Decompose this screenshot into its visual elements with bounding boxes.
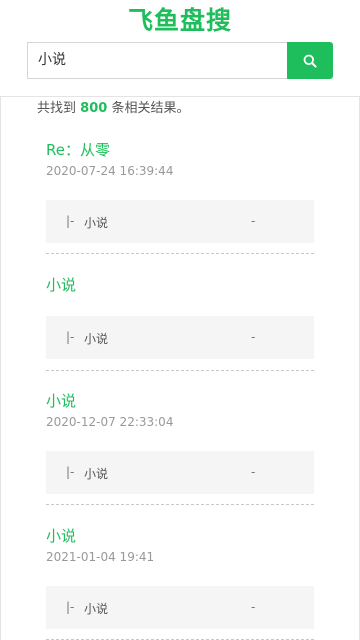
file-branch: |- xyxy=(66,214,75,228)
result-divider xyxy=(46,253,314,254)
file-size: - xyxy=(251,600,256,614)
search-input[interactable]: 小说 xyxy=(27,42,287,79)
file-list: |- 小说 - xyxy=(46,200,314,243)
result-date: 2021-01-04 19:41 xyxy=(46,550,155,564)
result-item: 小说 2021-01-04 19:41 |- 小说 - xyxy=(46,526,314,640)
file-branch: |- xyxy=(66,330,75,344)
result-title[interactable]: 小说 xyxy=(46,275,314,295)
search-icon xyxy=(303,54,317,68)
result-item: Re：从零 2020-07-24 16:39:44 |- 小说 - xyxy=(46,140,314,254)
search-button[interactable] xyxy=(287,42,333,79)
file-list: |- 小说 - xyxy=(46,451,314,494)
result-date: 2020-12-07 22:33:04 xyxy=(46,415,174,429)
file-list: |- 小说 - xyxy=(46,316,314,359)
result-title[interactable]: 小说 xyxy=(46,526,314,546)
result-title[interactable]: 小说 xyxy=(46,391,314,411)
result-divider xyxy=(46,370,314,371)
file-branch: |- xyxy=(66,600,75,614)
site-logo[interactable]: 飞鱼盘搜 xyxy=(0,4,360,38)
result-date: 2020-07-24 16:39:44 xyxy=(46,164,174,178)
result-summary: 共找到 800 条相关结果。 xyxy=(37,100,189,118)
file-size: - xyxy=(251,330,256,344)
file-list: |- 小说 - xyxy=(46,586,314,629)
header: 飞鱼盘搜 小说 xyxy=(0,0,360,97)
result-divider xyxy=(46,504,314,505)
file-name: 小说 xyxy=(84,332,109,346)
file-size: - xyxy=(251,465,256,479)
summary-prefix: 共找到 xyxy=(37,101,77,116)
result-count: 800 xyxy=(80,101,108,116)
result-title[interactable]: Re：从零 xyxy=(46,140,314,160)
file-size: - xyxy=(251,214,256,228)
file-name: 小说 xyxy=(84,216,109,230)
result-item: 小说 2020-12-07 22:33:04 |- 小说 - xyxy=(46,391,314,505)
file-name: 小说 xyxy=(84,602,109,616)
file-name: 小说 xyxy=(84,467,109,481)
file-branch: |- xyxy=(66,465,75,479)
result-item: 小说 |- 小说 - xyxy=(46,275,314,371)
summary-suffix: 条相关结果。 xyxy=(111,101,190,116)
